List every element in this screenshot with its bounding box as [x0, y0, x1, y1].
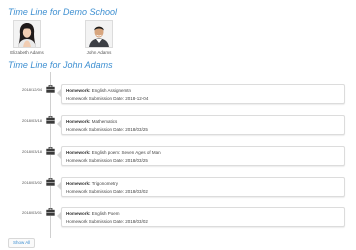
male-student-photo: [86, 21, 112, 47]
homework-subject: English Assignemtn: [91, 88, 132, 93]
briefcase-icon: [46, 147, 55, 155]
timeline-date: 2018/03/18: [22, 149, 43, 154]
submission-date: 2018/03/02: [125, 189, 148, 194]
submission-date: 2018-12-04: [125, 96, 149, 101]
timeline-entry: 2018/03/18 Homework: Mathematics Homewor…: [0, 115, 356, 137]
briefcase-icon: [46, 208, 55, 216]
homework-label: Homework:: [66, 119, 91, 124]
submission-date: 2018/03/25: [125, 158, 148, 163]
homework-subject: English poem: Seven Ages of Man: [91, 150, 161, 155]
homework-subject: English Poem: [91, 211, 120, 216]
school-timeline-title: Time Line for Demo School: [8, 7, 117, 17]
submission-label: Homework Submission Date:: [66, 96, 125, 101]
homework-label: Homework:: [66, 181, 91, 186]
briefcase-icon: [46, 178, 55, 186]
homework-card[interactable]: Homework: Trigonometry Homework Submissi…: [61, 177, 345, 197]
briefcase-icon: [46, 85, 55, 93]
timeline-date: 2018/03/02: [22, 180, 43, 185]
homework-label: Homework:: [66, 150, 91, 155]
homework-subject: Trigonometry: [91, 181, 119, 186]
submission-label: Homework Submission Date:: [66, 158, 125, 163]
submission-label: Homework Submission Date:: [66, 189, 125, 194]
timeline-date: 2018/03/18: [22, 118, 43, 123]
submission-date: 2018/03/02: [125, 219, 148, 224]
student-timeline-title: Time Line for John Adams: [8, 60, 113, 70]
student-name: John Adams: [86, 50, 112, 55]
timeline-date: 2018/12/04: [22, 87, 43, 92]
timeline-entry: 2018/12/04 Homework: English Assignemtn …: [0, 84, 356, 106]
homework-card[interactable]: Homework: Mathematics Homework Submissio…: [61, 115, 345, 135]
homework-card[interactable]: Homework: English Assignemtn Homework Su…: [61, 84, 345, 104]
homework-card[interactable]: Homework: English Poem Homework Submissi…: [61, 207, 345, 227]
student-avatar[interactable]: [13, 20, 41, 48]
female-student-photo: [14, 21, 40, 47]
student-card-john-adams[interactable]: John Adams: [77, 20, 121, 55]
homework-subject: Mathematics: [91, 119, 118, 124]
student-name: Elizabeth Adams: [10, 50, 44, 55]
homework-card[interactable]: Homework: English poem: Seven Ages of Ma…: [61, 146, 345, 166]
student-card-elizabeth-adams[interactable]: Elizabeth Adams: [5, 20, 49, 55]
submission-date: 2018/03/25: [125, 127, 148, 132]
homework-label: Homework:: [66, 211, 91, 216]
timeline-date: 2018/03/01: [22, 210, 43, 215]
timeline-entry: 2018/03/02 Homework: Trigonometry Homewo…: [0, 177, 356, 199]
timeline-entry: 2018/03/01 Homework: English Poem Homewo…: [0, 207, 356, 229]
submission-label: Homework Submission Date:: [66, 127, 125, 132]
submission-label: Homework Submission Date:: [66, 219, 125, 224]
timeline-entry: 2018/03/18 Homework: English poem: Seven…: [0, 146, 356, 168]
student-avatar[interactable]: [85, 20, 113, 48]
briefcase-icon: [46, 116, 55, 124]
homework-label: Homework:: [66, 88, 91, 93]
show-all-button[interactable]: Show All: [8, 238, 36, 248]
